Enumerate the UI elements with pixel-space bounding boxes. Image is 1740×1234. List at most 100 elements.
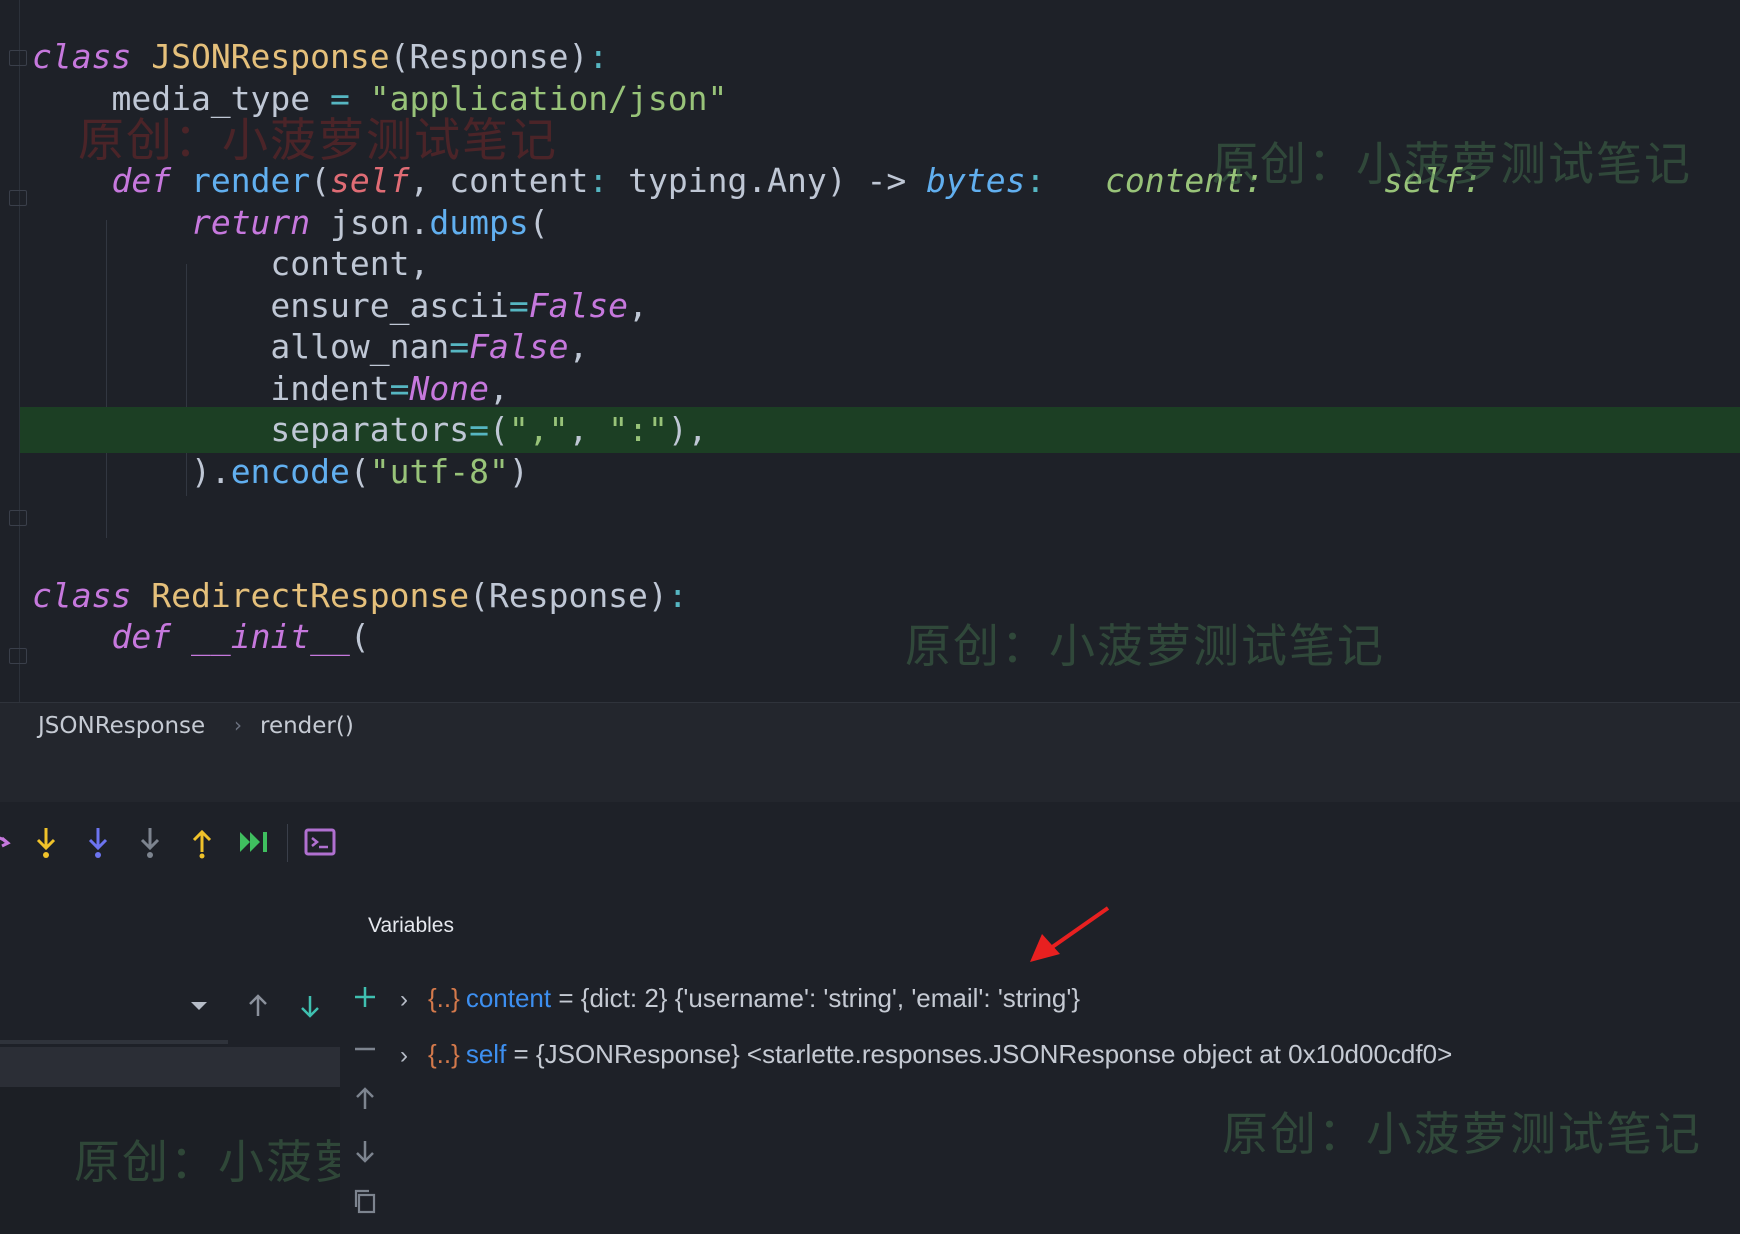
code-line[interactable]: content, [0,241,1740,287]
debug-toolbar [0,802,1740,882]
watermark: 原创：小菠萝测试笔记 [905,619,1385,673]
code-token: dumps [429,203,529,242]
code-token: json. [310,203,430,242]
code-token: ( [488,410,509,449]
code-token: False [469,327,569,366]
move-up-icon[interactable] [350,1084,380,1114]
force-step-into-icon[interactable] [132,824,168,860]
code-token: , [568,327,589,366]
code-text: def __init__( [0,614,370,660]
variable-name: content [465,983,552,1013]
code-text: separators=(",", ":"), [0,407,708,453]
code-line[interactable]: indent=None, [0,366,1740,412]
code-token: JSONResponse [151,37,390,76]
remove-watch-icon[interactable] [350,1034,380,1064]
code-line[interactable] [0,532,1740,578]
evaluate-expression-icon[interactable] [302,824,338,860]
frames-panel: 原创：小菠萝测试笔记 [0,882,552,1234]
variable-row-self[interactable]: › {..} self = {JSONResponse} <starlette.re… [400,1034,1452,1074]
add-watch-icon[interactable] [350,982,380,1012]
code-text: class JSONResponse(Response): [0,34,608,80]
code-token: , [628,286,648,325]
current-execution-line[interactable]: separators=(",", ":"), [20,407,1740,453]
code-token: False [528,286,629,325]
code-line[interactable]: allow_nan=False, [0,324,1740,370]
code-token: def [111,617,172,656]
code-token: ( [349,452,370,491]
code-token: ( [528,203,549,242]
code-token: ensure_ascii [32,286,509,325]
code-token: typing.Any) -> [608,161,927,200]
code-token: class [32,37,132,76]
code-token: ":" [608,410,668,449]
watermark: 原创：小菠萝测试笔记 [1222,1107,1702,1161]
code-line[interactable]: def __init__( [0,614,1740,660]
breadcrumb-class[interactable]: JSONResponse [38,713,205,739]
code-line[interactable]: ).encode("utf-8") [0,449,1740,495]
step-out-icon[interactable] [184,824,220,860]
copy-icon[interactable] [350,1186,380,1216]
breadcrumb-separator: › [234,713,242,737]
code-token: None [409,369,489,408]
arrow-up-icon[interactable] [242,990,274,1022]
code-line[interactable]: class RedirectResponse(Response): [0,573,1740,619]
code-token: : [667,576,688,615]
run-to-cursor-icon[interactable] [236,824,272,860]
chevron-right-icon[interactable]: › [400,1036,420,1076]
code-token: "utf-8" [369,452,509,491]
code-token: (Response) [469,576,668,615]
code-line[interactable] [0,490,1740,536]
breadcrumb-method[interactable]: render() [260,713,354,739]
chevron-right-icon[interactable]: › [400,980,420,1020]
code-token: ( [349,617,370,656]
code-token: = [508,286,529,325]
code-text: ).encode("utf-8") [0,449,529,495]
code-text: ensure_ascii=False, [0,283,648,329]
variable-name: self [465,1039,507,1069]
code-token: indent [32,369,390,408]
watermark: 原创：小菠萝测试笔记 [78,113,558,167]
code-text: return json.dumps( [0,200,549,246]
code-token: separators [32,410,470,449]
arrow-down-icon[interactable] [294,990,326,1022]
step-into-my-code-icon[interactable] [80,824,116,860]
step-into-icon[interactable] [28,824,64,860]
chevron-down-icon[interactable] [183,990,215,1022]
variable-value: = {JSONResponse} <starlette.responses.JS… [506,1039,1453,1069]
code-line[interactable]: class JSONResponse(Response): [0,34,1740,80]
code-text: content, [0,241,429,287]
code-token: return [190,203,311,242]
breadcrumb: JSONResponse › render() [0,702,1740,803]
code-line[interactable]: ensure_ascii=False, [0,283,1740,329]
watermark: 原创：小菠萝测试笔记 [1212,137,1692,191]
code-token: ), [667,410,708,449]
variable-value: = {dict: 2} {'username': 'string', 'emai… [551,983,1081,1013]
code-token: encode [230,452,350,491]
code-token: (Response) [389,37,589,76]
code-token: content, [32,244,430,283]
frames-divider [0,1040,228,1044]
code-line[interactable]: return json.dumps( [0,200,1740,246]
debugger-window: class JSONResponse(Response): media_type… [0,0,1740,1234]
code-token: = [469,410,489,449]
code-text: allow_nan=False, [0,324,588,370]
dict-icon: {..} [428,983,460,1013]
frame-item[interactable] [0,1047,340,1087]
variable-row-content[interactable]: › {..} content = {dict: 2} {'username': 's… [400,978,1080,1018]
code-token: class [32,576,132,615]
dict-icon: {..} [428,1039,460,1069]
code-token: : [588,161,609,200]
code-token: : [1025,161,1046,200]
move-down-icon[interactable] [350,1136,380,1166]
code-token: __init__ [190,617,350,656]
code-token: "," [508,410,569,449]
code-editor[interactable]: class JSONResponse(Response): media_type… [0,0,1740,702]
step-over-icon[interactable] [0,824,18,860]
toolbar-divider [287,824,288,862]
